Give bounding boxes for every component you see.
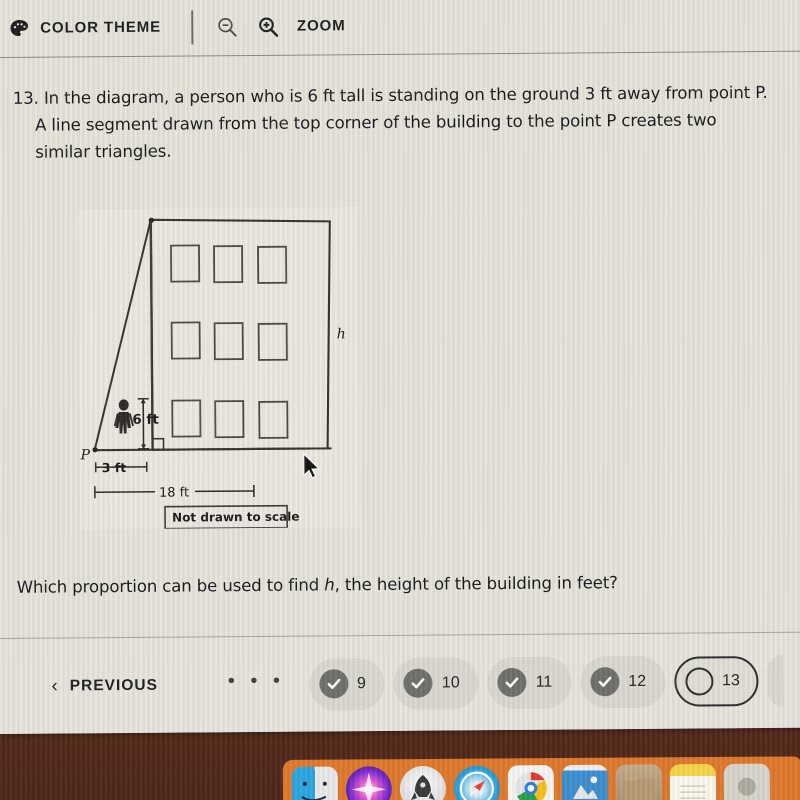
question-prompt: Which proportion can be used to find h, … (17, 573, 618, 597)
question-pill-11[interactable]: 11 (487, 655, 572, 709)
toolbar-divider (190, 9, 194, 44)
siri-icon[interactable] (345, 766, 393, 800)
previous-button[interactable]: ‹ PREVIOUS (51, 675, 158, 697)
zoom-label: ZOOM (296, 17, 346, 35)
zoom-out-icon[interactable] (215, 15, 239, 39)
unanswered-circle-icon (684, 666, 714, 696)
label-6ft: 6 ft (132, 412, 159, 428)
point-p-marker (92, 447, 98, 453)
right-angle-marker (151, 437, 165, 451)
label-3ft: 3 ft (102, 460, 127, 475)
app-icon[interactable] (723, 763, 771, 800)
previous-label: PREVIOUS (69, 676, 158, 694)
diagram-svg: 6 ft P 3 ft 18 ft h Not drawn to scale (80, 217, 346, 530)
question-line-1: In the diagram, a person who is 6 ft tal… (43, 83, 661, 108)
more-questions-ellipsis[interactable]: • • • (228, 669, 285, 698)
pill-number: 9 (356, 674, 366, 692)
scale-note-label: Not drawn to scale (172, 510, 299, 525)
photos-icon[interactable] (561, 764, 609, 800)
check-icon (403, 668, 434, 698)
bottom-navigation: ‹ PREVIOUS • • • 9 10 11 12 13 (0, 631, 800, 734)
color-theme-button[interactable]: COLOR THEME (8, 16, 161, 39)
pill-number: 12 (628, 672, 647, 690)
geometry-diagram: 6 ft P 3 ft 18 ft h Not drawn to scale (77, 207, 361, 530)
question-pill-next[interactable] (767, 654, 785, 707)
ground-line (94, 447, 332, 452)
prompt-variable-h: h (324, 575, 335, 595)
question-content: 13. In the diagram, a person who is 6 ft… (0, 52, 800, 638)
label-point-p: P (80, 447, 91, 463)
window (170, 244, 201, 283)
window (257, 322, 288, 361)
window (170, 321, 201, 360)
prompt-text-before: Which proportion can be used to find (16, 575, 325, 597)
label-18ft: 18 ft (159, 485, 189, 500)
check-icon (318, 669, 349, 699)
color-theme-label: COLOR THEME (40, 18, 162, 37)
prompt-text-after: , the height of the building in feet? (334, 573, 618, 595)
window (258, 400, 289, 439)
top-corner-point (148, 217, 154, 223)
label-h: h (337, 326, 346, 342)
question-pill-12[interactable]: 12 (580, 655, 666, 708)
chrome-icon[interactable] (507, 765, 555, 800)
window (171, 399, 202, 438)
question-pills: 9 10 11 12 13 (308, 654, 785, 711)
person-figure (113, 399, 134, 434)
question-pill-9[interactable]: 9 (308, 657, 386, 711)
laptop-screen: COLOR THEME ZOOM 13. In the diagram, a p… (0, 0, 800, 734)
safari-icon[interactable] (453, 765, 501, 800)
top-toolbar: COLOR THEME ZOOM (0, 0, 800, 58)
question-number: 13. (12, 88, 39, 108)
macos-dock (282, 756, 800, 800)
question-pill-10[interactable]: 10 (393, 656, 479, 710)
window (214, 400, 245, 439)
pill-number: 13 (722, 671, 740, 689)
window (257, 245, 288, 284)
launchpad-icon[interactable] (399, 765, 447, 800)
mouse-cursor (302, 451, 321, 479)
zoom-in-icon[interactable] (256, 14, 280, 38)
pill-number: 10 (441, 673, 460, 692)
folder-icon[interactable] (615, 764, 663, 800)
pill-number: 11 (535, 673, 553, 691)
notes-icon[interactable] (669, 763, 717, 800)
desktop-background: COLOR THEME ZOOM 13. In the diagram, a p… (0, 0, 800, 800)
finder-icon[interactable] (291, 766, 339, 800)
question-pill-13[interactable]: 13 (673, 655, 760, 707)
window (213, 322, 244, 361)
chevron-left-icon: ‹ (51, 675, 59, 697)
check-icon (497, 667, 527, 698)
window (213, 245, 244, 284)
palette-icon (8, 17, 30, 39)
question-statement: 13. In the diagram, a person who is 6 ft… (13, 80, 774, 167)
check-icon (590, 667, 620, 697)
